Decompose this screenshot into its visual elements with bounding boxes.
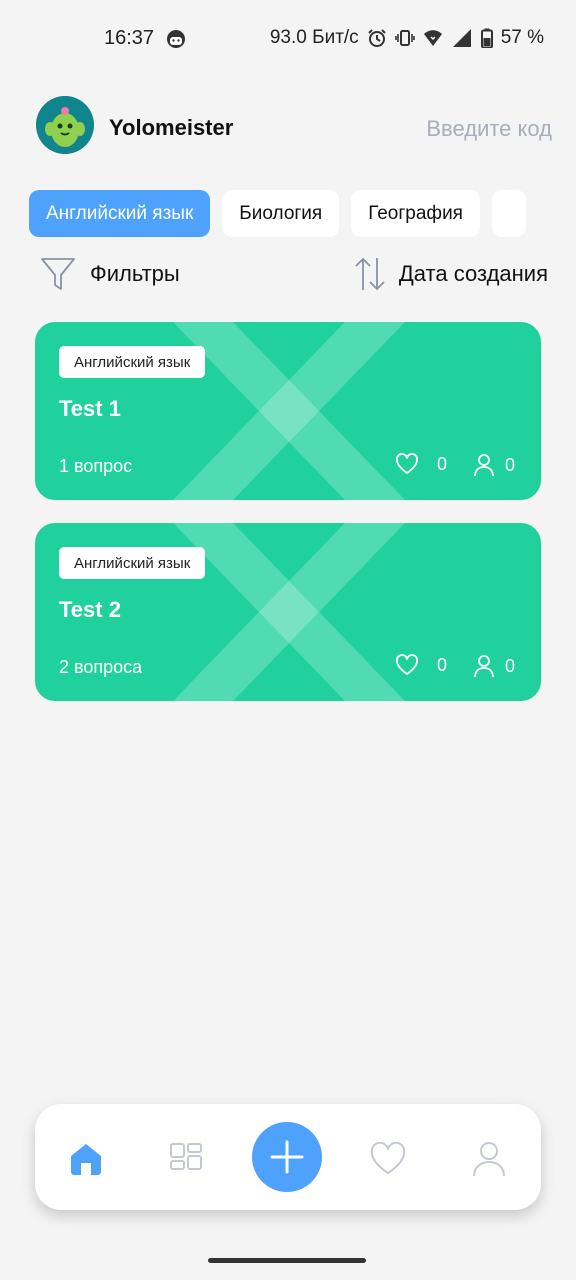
home-indicator[interactable]: [208, 1258, 366, 1263]
category-tabs: Английский язык Биология География: [29, 190, 548, 238]
sort-icon: [355, 257, 385, 291]
test-card[interactable]: Английский язык Test 1 1 вопрос 0 0: [35, 322, 541, 500]
test-card[interactable]: Английский язык Test 2 2 вопроса 0 0: [35, 523, 541, 701]
user-icon: [474, 655, 494, 678]
network-speed: 93.0 Бит/с: [269, 27, 359, 48]
battery-icon: [480, 28, 493, 48]
users-count: 0: [505, 454, 516, 475]
wifi-icon: [423, 30, 442, 46]
notification-icon: [167, 30, 185, 48]
user-icon: [474, 454, 494, 477]
subject-badge: Английский язык: [59, 346, 206, 378]
alarm-icon: [367, 29, 386, 47]
likes-count: 0: [437, 654, 448, 675]
filters-label: Фильтры: [90, 261, 180, 286]
code-input[interactable]: [392, 114, 552, 144]
filter-icon: [41, 258, 75, 290]
filters-button[interactable]: Фильтры: [40, 256, 180, 292]
heart-icon: [396, 654, 418, 675]
question-count: 1 вопрос: [59, 456, 133, 476]
battery-level: 57 %: [500, 27, 544, 48]
category-chip-biology[interactable]: Биология: [222, 190, 340, 237]
nav-favorites-button[interactable]: [368, 1139, 408, 1179]
signal-icon: [452, 29, 471, 47]
users-counter: 0: [473, 654, 515, 678]
likes-counter[interactable]: 0: [395, 453, 447, 475]
sort-label: Дата создания: [398, 261, 548, 286]
subject-badge: Английский язык: [59, 547, 206, 579]
category-chip-more[interactable]: [491, 190, 526, 237]
sort-button[interactable]: Дата создания: [353, 256, 548, 292]
category-chip-english[interactable]: Английский язык: [29, 190, 211, 237]
nav-catalog-button[interactable]: [166, 1139, 206, 1179]
test-title: Test 1: [59, 396, 121, 421]
cactus-avatar-icon: [36, 96, 94, 154]
test-title: Test 2: [59, 597, 121, 622]
grid-icon: [170, 1143, 202, 1170]
heart-icon: [370, 1142, 406, 1174]
profile-icon: [473, 1142, 505, 1177]
users-counter: 0: [473, 453, 515, 477]
users-count: 0: [505, 655, 516, 676]
cross-pattern-decoration: [173, 322, 405, 500]
avatar[interactable]: [36, 96, 94, 154]
home-icon: [71, 1144, 101, 1175]
add-icon: [270, 1140, 304, 1174]
add-test-button[interactable]: [252, 1122, 322, 1192]
bottom-navigation: [35, 1104, 541, 1210]
heart-icon: [396, 453, 418, 474]
status-time: 16:37: [104, 27, 155, 49]
nav-home-button[interactable]: [66, 1139, 106, 1179]
vibrate-icon: [394, 30, 415, 46]
question-count: 2 вопроса: [59, 657, 143, 677]
status-bar: 16:37 93.0 Бит/с 57 %: [0, 0, 576, 78]
category-chip-geography[interactable]: География: [351, 190, 480, 237]
username: Yolomeister: [109, 115, 234, 140]
status-indicators: 93.0 Бит/с 57 %: [270, 27, 544, 49]
nav-profile-button[interactable]: [469, 1139, 509, 1179]
likes-counter[interactable]: 0: [395, 654, 447, 676]
likes-count: 0: [437, 453, 448, 474]
cross-pattern-decoration: [173, 523, 405, 701]
